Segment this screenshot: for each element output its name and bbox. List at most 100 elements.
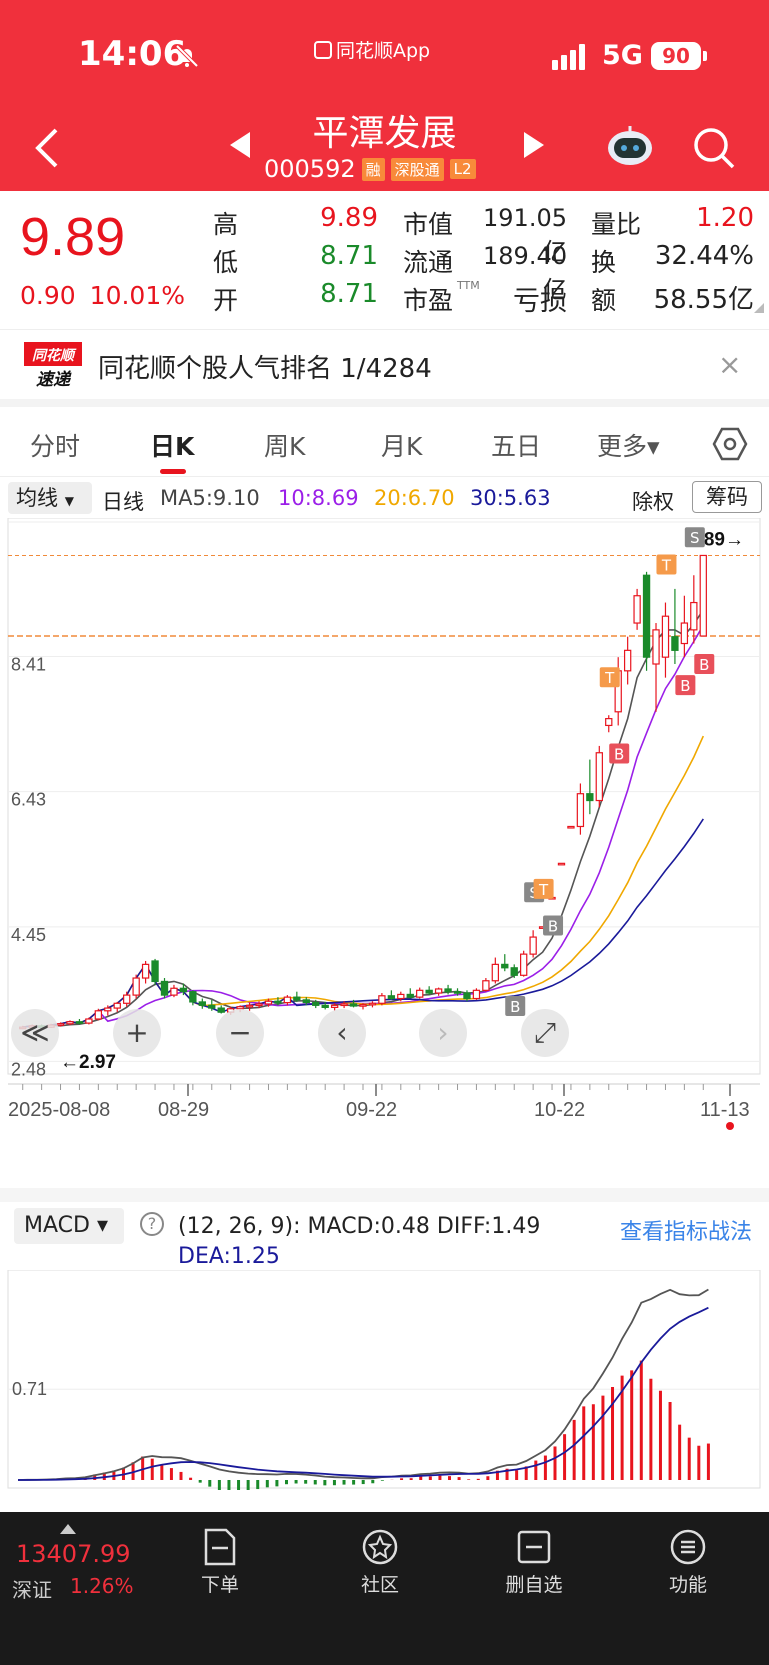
candle-body xyxy=(359,1004,367,1007)
candle-body xyxy=(425,989,433,994)
x-tick-label: 10-22 xyxy=(534,1099,585,1121)
candle-body xyxy=(283,996,292,1004)
candle-body xyxy=(397,993,405,1000)
active-tab-indicator xyxy=(160,469,186,474)
signal-label: B xyxy=(510,998,520,1016)
high-label: 高 xyxy=(213,210,239,239)
candle-body xyxy=(330,1004,339,1008)
remove-watchlist-button[interactable]: 删自选 xyxy=(484,1528,584,1597)
indicator-strategy-link[interactable]: 查看指标战法 xyxy=(620,1214,752,1246)
candle-body xyxy=(387,995,396,1000)
candle-body xyxy=(245,1004,254,1008)
candle-body xyxy=(113,1002,121,1009)
expand-corner-icon[interactable] xyxy=(754,303,764,313)
x-tick-label: 09-22 xyxy=(346,1099,397,1121)
candle-body xyxy=(321,1004,329,1008)
order-icon xyxy=(204,1528,236,1566)
y-tick-label: 4.45 xyxy=(11,925,46,945)
turnover-value: 32.44% xyxy=(654,241,754,271)
candle-body xyxy=(312,1002,320,1006)
tab-monthly-k[interactable]: 月K xyxy=(381,427,422,463)
tab-daily-k[interactable]: 日K xyxy=(150,427,194,463)
low-label: 低 xyxy=(213,248,239,277)
tab-more[interactable]: 更多▾ xyxy=(597,427,660,463)
search-icon[interactable] xyxy=(692,126,736,170)
candle-body xyxy=(189,991,197,1003)
candle-body xyxy=(472,989,481,1000)
indicator-select[interactable]: 均线 ▼ xyxy=(8,482,92,514)
x-tick-label: 08-29 xyxy=(158,1099,209,1121)
signal-label: B xyxy=(614,745,624,763)
tab-five-day[interactable]: 五日 xyxy=(491,427,541,463)
macd-y-tick: 0.71 xyxy=(12,1379,47,1399)
tag-margin: 融 xyxy=(361,157,385,181)
candle-body xyxy=(482,980,490,991)
nav-rewind-icon[interactable]: ≪ xyxy=(20,1016,49,1049)
community-button[interactable]: 社区 xyxy=(330,1528,430,1597)
next-stock-icon[interactable] xyxy=(522,130,546,160)
candle-body xyxy=(56,1023,65,1026)
candle-body xyxy=(652,629,660,665)
y-tick-label: 8.41 xyxy=(11,654,46,674)
functions-button[interactable]: 功能 xyxy=(638,1528,738,1597)
community-star-icon xyxy=(362,1529,398,1565)
bottom-bar: 13407.99 深证 1.26% 下单 社区 删自选 功能 xyxy=(0,1512,769,1665)
candle-body xyxy=(208,1004,216,1009)
banner-close-button[interactable]: × xyxy=(718,348,741,381)
macd-select[interactable]: MACD ▾ xyxy=(14,1208,124,1244)
candle-body xyxy=(349,1003,358,1007)
candle-body xyxy=(406,993,414,998)
macd-header: MACD ▾ ? (12, 26, 9): MACD:0.48 DIFF:1.4… xyxy=(0,1204,769,1274)
tab-weekly-k[interactable]: 周K xyxy=(264,427,305,463)
candle-body xyxy=(104,1007,112,1012)
candle-body xyxy=(463,992,471,1000)
zoom-out-icon[interactable]: − xyxy=(228,1016,251,1049)
open-label: 开 xyxy=(213,286,239,315)
fullscreen-icon[interactable]: ⤢ xyxy=(534,1016,556,1049)
svg-text:同花顺: 同花顺 xyxy=(32,347,77,364)
pan-left-icon[interactable]: ‹ xyxy=(336,1016,347,1049)
candle-body xyxy=(274,1000,282,1004)
amount-value: 58.55亿 xyxy=(653,285,754,315)
robot-assistant-icon[interactable] xyxy=(606,124,654,168)
help-icon[interactable]: ? xyxy=(140,1212,164,1236)
candle-body xyxy=(510,967,518,976)
settings-hex-icon[interactable] xyxy=(712,426,748,462)
ex-rights-button[interactable]: 除权 xyxy=(632,486,674,516)
network-type: 5G xyxy=(602,40,643,71)
candle-body xyxy=(151,960,159,983)
chip-distribution-button[interactable]: 筹码 xyxy=(692,481,762,513)
ma-row: 均线 ▼ 日线 MA5:9.10 10:8.69 20:6.70 30:5.63… xyxy=(0,478,769,518)
y-tick-label: 2.48 xyxy=(11,1059,46,1079)
candle-body xyxy=(160,980,169,996)
popularity-banner[interactable]: 同花顺 速递 同花顺个股人气排名 1/4284 × xyxy=(0,329,769,399)
signal-icon xyxy=(552,44,585,70)
candle-body xyxy=(179,987,188,993)
ths-express-logo: 同花顺 速递 xyxy=(24,342,82,390)
divider xyxy=(0,399,769,407)
dropdown-icon: ▼ xyxy=(64,494,74,508)
quote-panel[interactable]: 9.89 0.90 10.01% 高 9.89 低 8.71 开 8.71 市值 … xyxy=(0,191,769,329)
zoom-in-icon[interactable]: + xyxy=(125,1016,148,1049)
candle-body xyxy=(170,987,178,996)
kline-chart[interactable]: 10.388.416.434.452.489.89→←2.97BSTBTBTBS… xyxy=(0,518,769,1200)
dea-line xyxy=(18,1306,709,1481)
candle-body xyxy=(605,718,613,727)
signal-label: B xyxy=(548,917,558,935)
vr-value: 1.20 xyxy=(696,203,754,233)
index-up-arrow-icon xyxy=(60,1524,76,1534)
candle-body xyxy=(123,994,131,1004)
period-tabs: 分时 日K 周K 月K 五日 更多▾ xyxy=(0,407,769,477)
candle-body xyxy=(236,1006,244,1010)
pan-right-icon[interactable]: › xyxy=(437,1016,448,1049)
last-price: 9.89 xyxy=(20,207,126,267)
vr-label: 量比 xyxy=(591,210,642,239)
remove-icon xyxy=(517,1530,551,1564)
candle-body xyxy=(293,996,301,1001)
tab-intraday[interactable]: 分时 xyxy=(30,427,80,463)
index-value[interactable]: 13407.99 xyxy=(16,1540,131,1568)
pe-value: 亏损 xyxy=(513,286,567,317)
order-button[interactable]: 下单 xyxy=(170,1528,270,1597)
candle-body xyxy=(671,636,679,651)
app-logo-icon xyxy=(314,41,332,59)
